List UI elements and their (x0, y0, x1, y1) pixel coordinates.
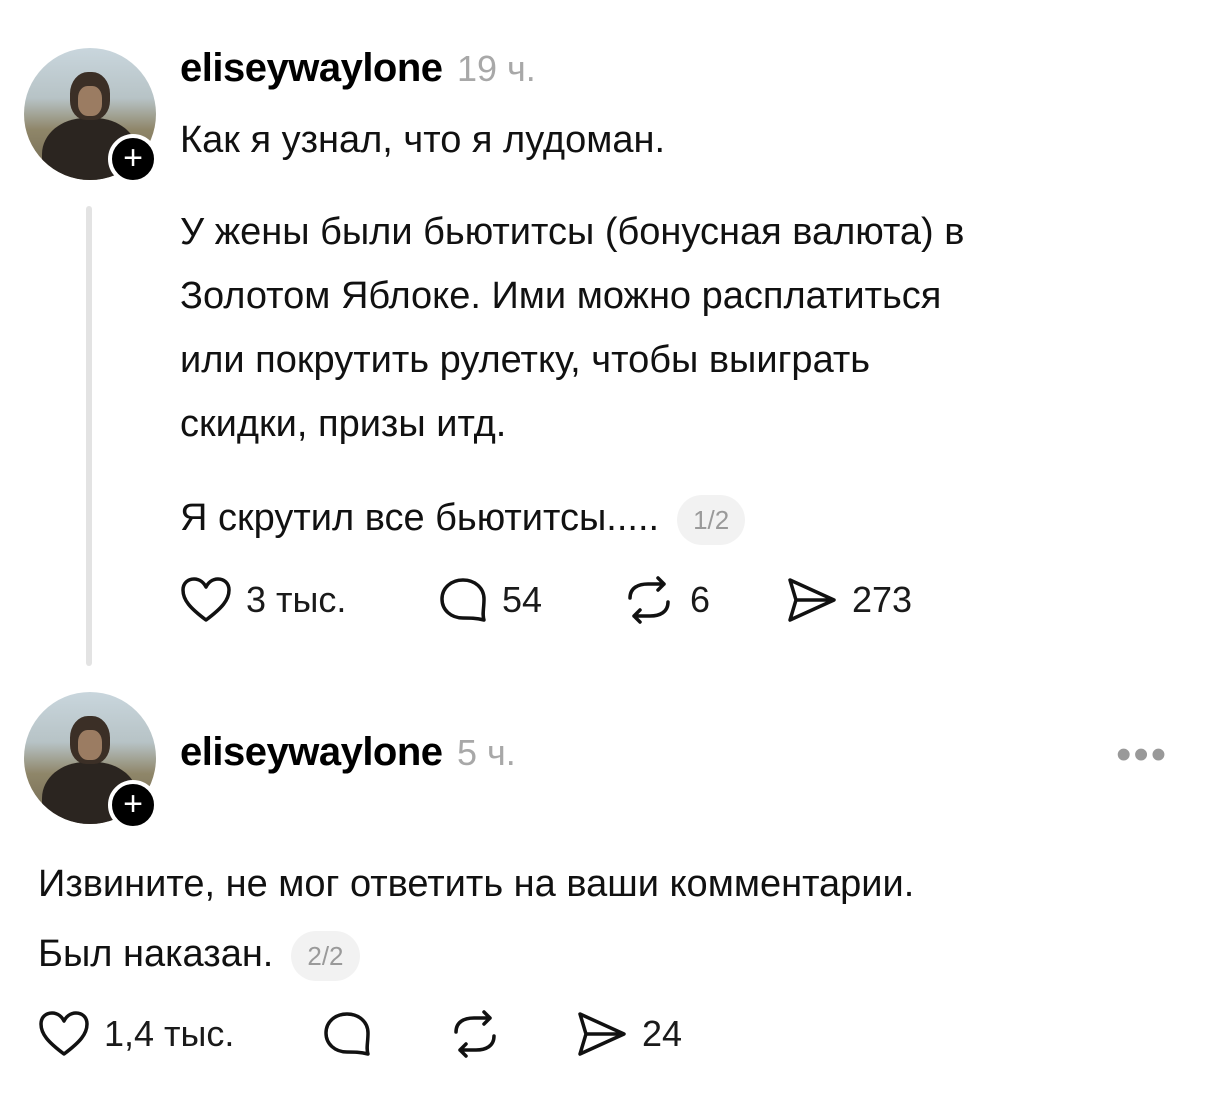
post-text-line: Был наказан. (38, 933, 274, 975)
thread-counter-badge: 2/2 (291, 930, 360, 981)
post-text-line: У жены были бьютитсы (бонусная валюта) в (180, 211, 965, 253)
more-options-icon[interactable]: ••• (1116, 730, 1168, 780)
repost-button[interactable] (448, 1010, 502, 1058)
repost-icon (628, 576, 670, 624)
comment-button[interactable] (322, 1010, 372, 1058)
post-text-line: или покрутить рулетку, чтобы выиграть (180, 339, 871, 381)
comment-button[interactable]: 54 (438, 576, 542, 624)
timestamp: 5 ч. (457, 732, 516, 773)
post-text-line: Как я узнал, что я лудоман. (180, 119, 666, 161)
thread-counter-badge: 1/2 (677, 494, 746, 545)
comment-bubble-icon (324, 1012, 370, 1056)
post-text-line: Золотом Яблоке. Ими можно расплатиться (180, 275, 942, 317)
comment-count: 54 (502, 579, 543, 620)
like-count: 1,4 тыс. (104, 1013, 235, 1054)
like-button[interactable]: 1,4 тыс. (38, 1010, 234, 1058)
share-button[interactable]: 24 (576, 1010, 682, 1058)
like-count: 3 тыс. (246, 579, 347, 620)
share-count: 273 (852, 579, 913, 620)
send-icon (788, 578, 836, 622)
share-count: 24 (642, 1013, 683, 1054)
username[interactable]: eliseywaylone (180, 46, 443, 90)
repost-icon (454, 1010, 496, 1058)
post-text-line: Извините, не мог ответить на ваши коммен… (38, 863, 915, 905)
heart-icon (39, 1011, 89, 1056)
like-button[interactable]: 3 тыс. (180, 576, 346, 624)
thread-line (86, 206, 92, 666)
post-text-line: Я скрутил все бьютитсы..... (180, 497, 660, 539)
timestamp: 19 ч. (457, 48, 536, 89)
username[interactable]: eliseywaylone (180, 730, 443, 774)
post-text-line: скидки, призы итд. (180, 403, 507, 445)
follow-plus-icon[interactable]: + (108, 780, 158, 830)
share-button[interactable]: 273 (786, 576, 912, 624)
follow-plus-icon[interactable]: + (108, 134, 158, 184)
repost-button[interactable]: 6 (622, 576, 710, 624)
send-icon (578, 1012, 626, 1056)
comment-bubble-icon (440, 578, 486, 622)
repost-count: 6 (690, 579, 711, 620)
heart-icon (181, 577, 231, 622)
